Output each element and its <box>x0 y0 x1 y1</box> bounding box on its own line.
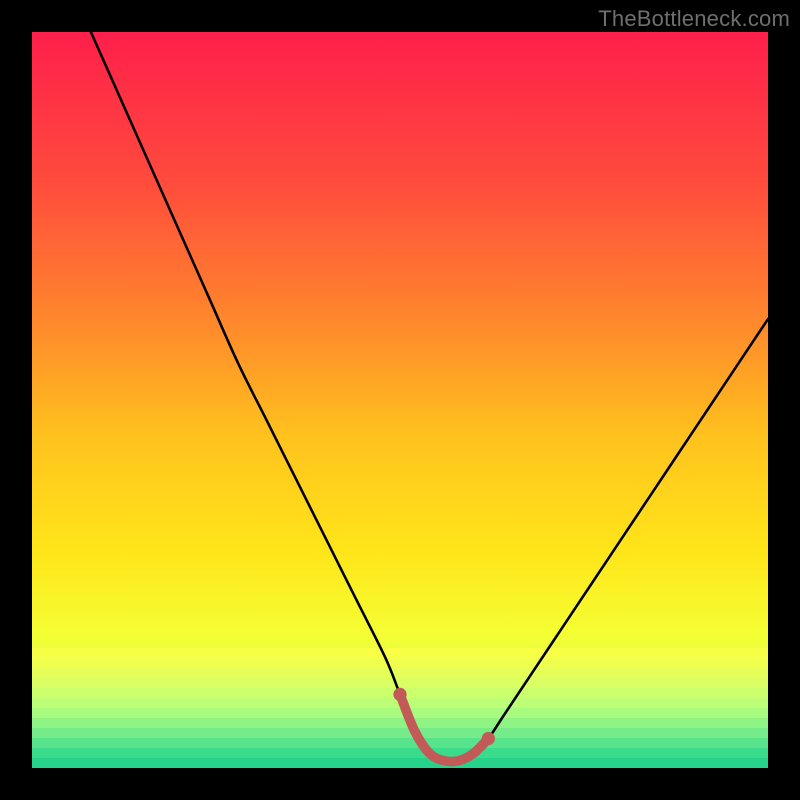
optimal-range-dot <box>393 688 406 701</box>
curve-layer <box>32 32 768 768</box>
optimal-range-marker <box>400 694 488 761</box>
watermark-text: TheBottleneck.com <box>598 6 790 32</box>
bottleneck-curve <box>91 32 768 762</box>
plot-area <box>32 32 768 768</box>
chart-frame: TheBottleneck.com <box>0 0 800 800</box>
optimal-range-dot <box>482 732 495 745</box>
